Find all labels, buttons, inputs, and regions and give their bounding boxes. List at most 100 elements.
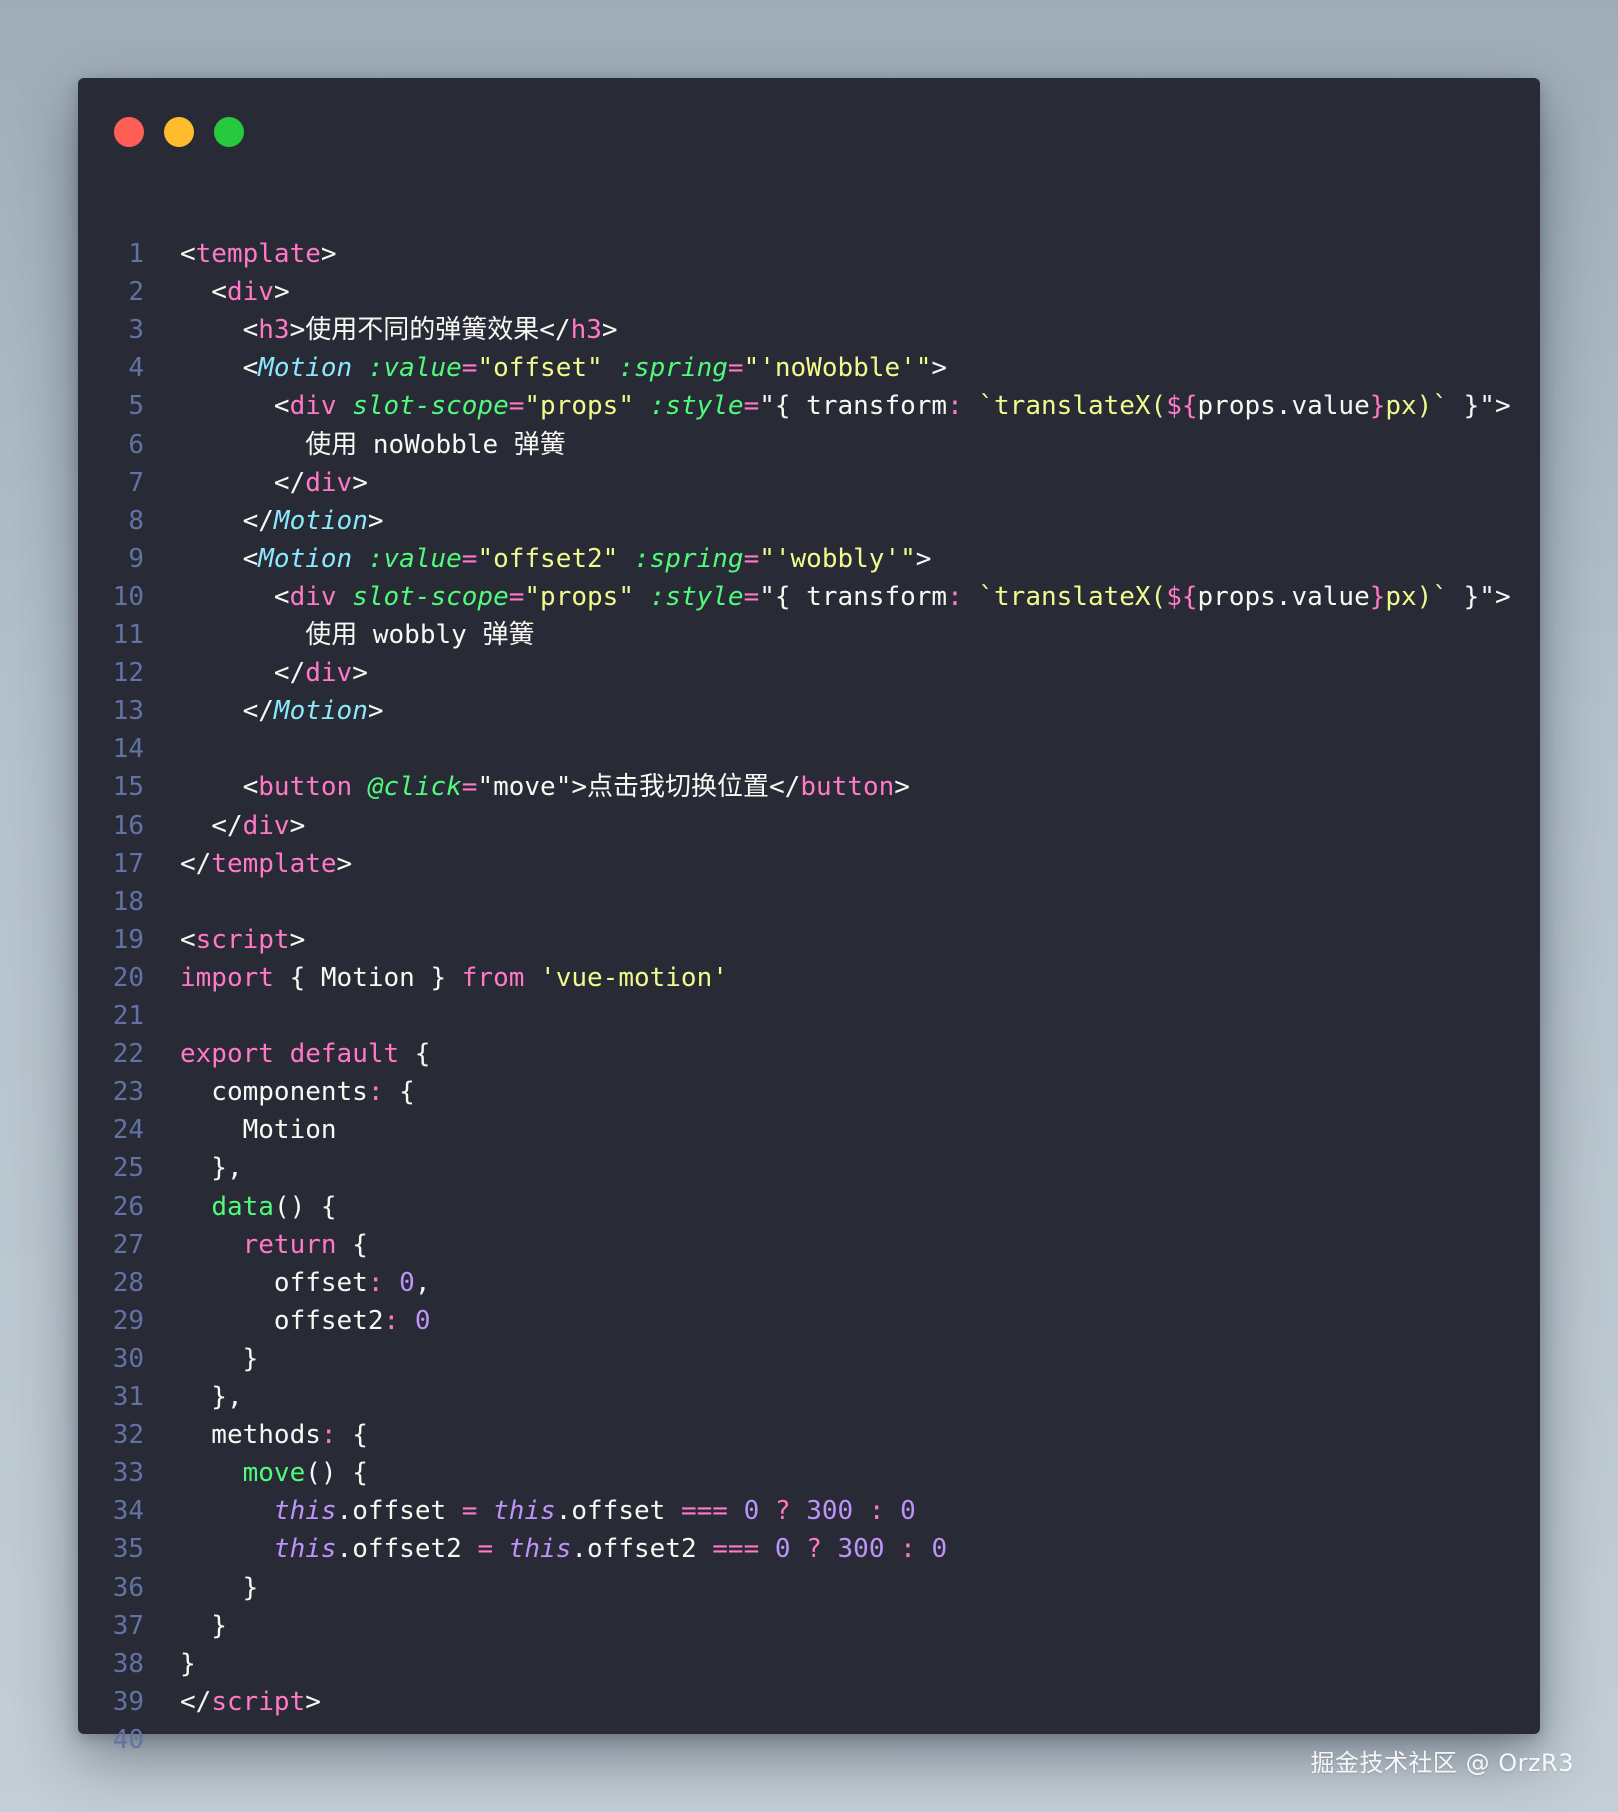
code-token: < bbox=[180, 391, 290, 422]
code-line: 20 import { Motion } from 'vue-motion' bbox=[78, 959, 1540, 997]
code-token: () { bbox=[273, 1191, 337, 1222]
minimize-dot-icon[interactable] bbox=[164, 117, 194, 147]
code-token: Motion bbox=[273, 696, 368, 727]
line-number: 19 bbox=[112, 924, 144, 955]
code-token: : bbox=[947, 581, 963, 612]
code-line: 16 </div> bbox=[78, 807, 1540, 845]
code-line: 19 <script> bbox=[78, 921, 1540, 959]
code-token: 使用 wobbly 弹簧 bbox=[180, 620, 535, 650]
maximize-dot-icon[interactable] bbox=[214, 117, 244, 147]
code-line: 5 <div slot-scope="props" :style="{ tran… bbox=[78, 387, 1540, 425]
close-dot-icon[interactable] bbox=[114, 117, 144, 147]
code-token: < bbox=[180, 772, 259, 803]
code-line: 35 this.offset2 = this.offset2 === 0 ? 3… bbox=[78, 1530, 1540, 1568]
code-line: 22 export default { bbox=[78, 1035, 1540, 1073]
code-token: = bbox=[461, 772, 478, 803]
code-line: 2 <div> bbox=[78, 273, 1540, 311]
line-source: 使用 noWobble 弹簧 bbox=[180, 426, 566, 464]
line-number: 39 bbox=[112, 1686, 144, 1717]
code-token: > bbox=[931, 353, 948, 384]
code-token: .offset bbox=[336, 1496, 462, 1527]
line-number: 8 bbox=[128, 505, 144, 536]
code-token: props.value bbox=[1197, 581, 1370, 612]
code-token: :value bbox=[367, 353, 462, 384]
code-token: = bbox=[743, 581, 760, 612]
code-token: "{ transform bbox=[759, 581, 948, 612]
line-number: 30 bbox=[112, 1343, 144, 1374]
code-line: 21 bbox=[78, 997, 1540, 1035]
code-token: div bbox=[226, 277, 274, 308]
code-line: 11 使用 wobbly 弹簧 bbox=[78, 616, 1540, 654]
code-token: : bbox=[900, 1534, 916, 1565]
code-token: 0 bbox=[414, 1305, 431, 1336]
code-line: 3 <h3>使用不同的弹簧效果</h3> bbox=[78, 311, 1540, 349]
line-number: 37 bbox=[112, 1610, 144, 1641]
code-token: this bbox=[273, 1496, 337, 1527]
line-number: 34 bbox=[112, 1496, 144, 1527]
code-token: div bbox=[242, 810, 290, 841]
code-token: > bbox=[894, 772, 910, 803]
code-token: "props" bbox=[524, 391, 634, 422]
line-source: export default { bbox=[180, 1035, 430, 1073]
code-token: Motion bbox=[258, 543, 353, 574]
code-token: } bbox=[180, 1648, 196, 1679]
line-number: 3 bbox=[128, 315, 144, 346]
code-token: > bbox=[289, 924, 306, 955]
code-token: > bbox=[352, 658, 368, 689]
code-token: 0 bbox=[774, 1534, 791, 1565]
code-line: 9 <Motion :value="offset2" :spring="'wob… bbox=[78, 540, 1540, 578]
code-token: : bbox=[383, 1305, 400, 1336]
code-token: :spring bbox=[633, 543, 744, 574]
line-number: 16 bbox=[112, 810, 144, 841]
line-source: <div slot-scope="props" :style="{ transf… bbox=[180, 578, 1511, 616]
code-token: template bbox=[195, 239, 321, 269]
code-token: "'wobbly'" bbox=[759, 543, 916, 574]
code-token: "move">点击我切换位置</ bbox=[477, 772, 801, 803]
code-token: > bbox=[352, 467, 368, 498]
code-token: < bbox=[180, 543, 259, 574]
code-token: : bbox=[947, 391, 963, 422]
code-token: </ bbox=[180, 658, 306, 689]
code-token: script bbox=[211, 1686, 306, 1717]
code-token: "'noWobble'" bbox=[743, 353, 932, 384]
line-source: <Motion :value="offset" :spring="'noWobb… bbox=[180, 349, 947, 387]
line-number: 33 bbox=[112, 1458, 144, 1489]
code-token: div bbox=[305, 658, 353, 689]
line-number: 25 bbox=[112, 1153, 144, 1184]
line-number: 26 bbox=[112, 1191, 144, 1222]
line-number: 27 bbox=[112, 1229, 144, 1260]
code-token: () { bbox=[305, 1458, 368, 1489]
code-line: 25 }, bbox=[78, 1149, 1540, 1187]
code-token: "offset2" bbox=[477, 543, 619, 574]
line-source: move() { bbox=[180, 1454, 368, 1492]
code-token: :style bbox=[649, 581, 744, 612]
code-token: methods bbox=[180, 1420, 321, 1451]
code-token: : bbox=[367, 1077, 384, 1108]
code-token: } bbox=[1369, 581, 1386, 612]
code-token: < bbox=[180, 924, 196, 955]
line-number: 10 bbox=[112, 581, 144, 612]
line-number: 2 bbox=[128, 277, 144, 308]
code-token: offset bbox=[180, 1267, 368, 1298]
code-line: 31 }, bbox=[78, 1378, 1540, 1416]
code-token: 使用 noWobble 弹簧 bbox=[180, 429, 566, 460]
code-token: = bbox=[461, 1496, 478, 1527]
code-token: > bbox=[336, 848, 353, 879]
watermark: 掘金技术社区 @ OrzR3 bbox=[1310, 1749, 1574, 1777]
code-token: "props" bbox=[524, 581, 634, 612]
code-line: 26 data() { bbox=[78, 1188, 1540, 1226]
code-token: { bbox=[383, 1077, 415, 1108]
code-line: 15 <button @click="move">点击我切换位置</button… bbox=[78, 768, 1540, 806]
code-token: { Motion } bbox=[273, 962, 462, 993]
